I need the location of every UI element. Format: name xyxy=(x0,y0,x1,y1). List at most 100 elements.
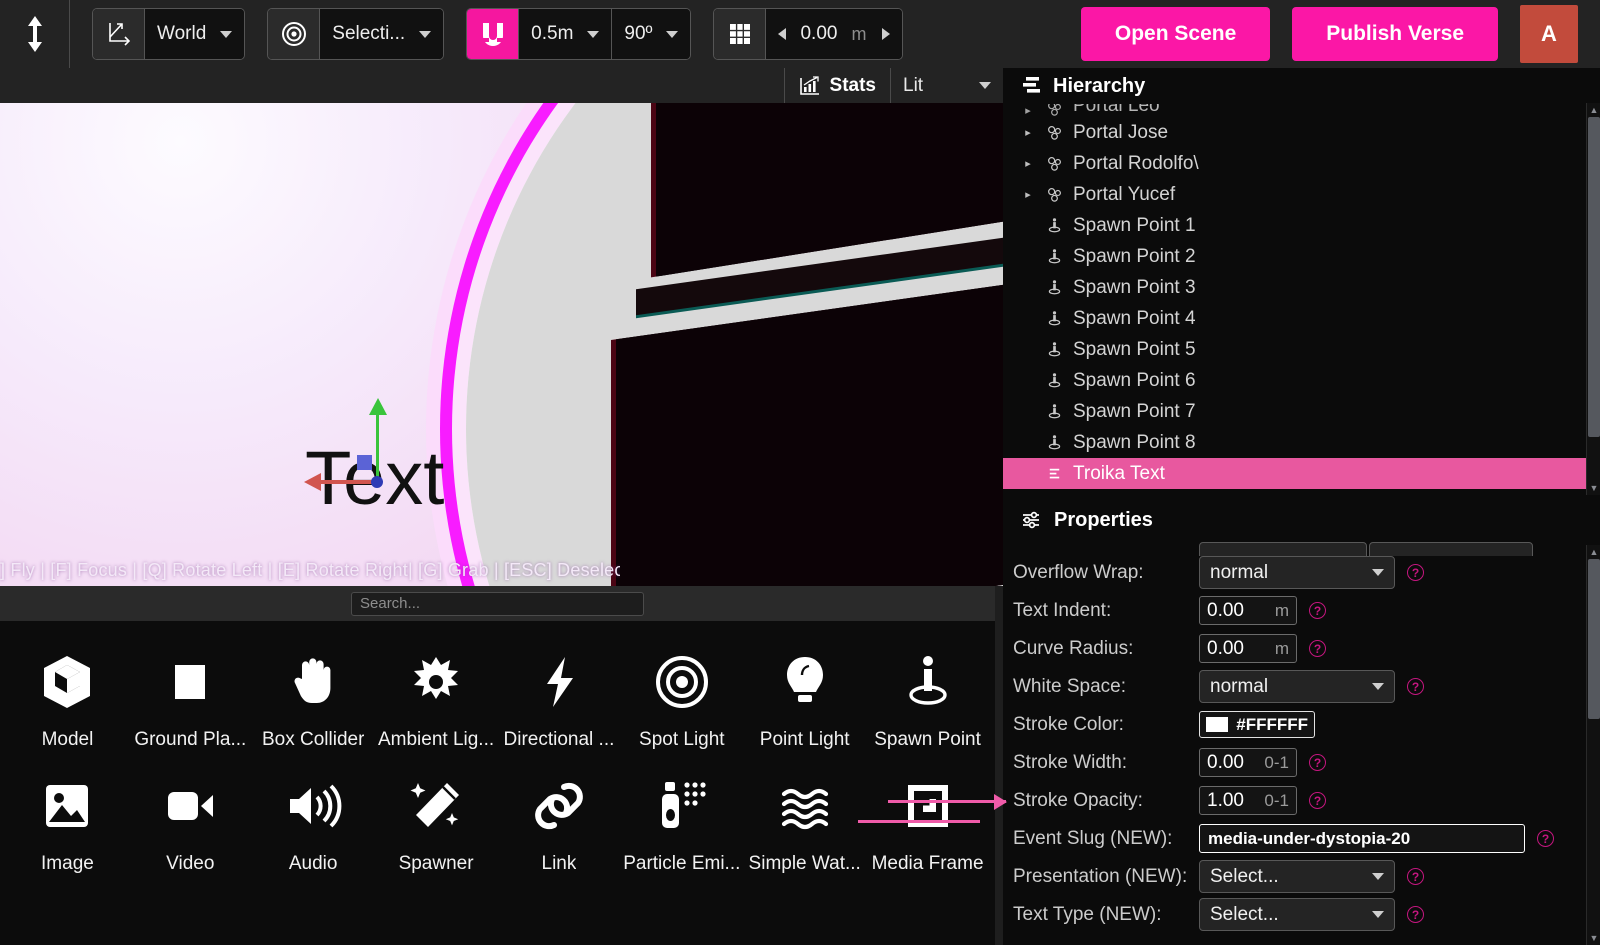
coordinate-space-group[interactable]: World xyxy=(92,8,246,60)
chevron-right-icon[interactable]: ▸ xyxy=(1021,104,1035,117)
transform-tool-button[interactable] xyxy=(0,0,70,68)
hierarchy-list[interactable]: ▸ Portal Leo ▸ Portal Jose ▸ Portal Rodo… xyxy=(1003,104,1600,498)
asset-item-video[interactable]: Video xyxy=(129,761,252,875)
asset-item-box-collider[interactable]: Box Collider xyxy=(252,637,375,751)
publish-verse-button[interactable]: Publish Verse xyxy=(1292,7,1498,61)
chevron-down-icon[interactable] xyxy=(1372,683,1384,690)
question-mark-icon[interactable]: ? xyxy=(1309,640,1326,657)
hierarchy-row-spawn-point-7[interactable]: ▸ Spawn Point 7 xyxy=(1003,396,1600,427)
open-scene-button[interactable]: Open Scene xyxy=(1080,7,1271,61)
text-type-select[interactable]: Select... xyxy=(1199,898,1395,931)
chevron-right-icon[interactable]: ▸ xyxy=(1021,126,1035,139)
pivot-mode-field[interactable]: Selecti... xyxy=(320,9,444,59)
gizmo-center-handle[interactable] xyxy=(371,476,383,488)
asset-item-directional-light[interactable]: Directional ... xyxy=(498,637,621,751)
chevron-right-icon[interactable]: ▸ xyxy=(1021,188,1035,201)
bulb-icon xyxy=(774,651,836,713)
asset-item-point-light[interactable]: Point Light xyxy=(743,637,866,751)
stroke-width-input[interactable]: 0.00 0-1 xyxy=(1199,748,1297,777)
asset-item-spawner[interactable]: Spawner xyxy=(375,761,498,875)
question-mark-icon[interactable]: ? xyxy=(1309,792,1326,809)
chevron-down-icon[interactable] xyxy=(979,82,991,89)
hierarchy-scrollbar-thumb[interactable] xyxy=(1588,117,1600,437)
snap-group[interactable]: 0.5m 90º xyxy=(466,8,692,60)
grid-group[interactable]: 0.00 m xyxy=(713,8,904,60)
question-mark-icon[interactable]: ? xyxy=(1407,906,1424,923)
hierarchy-row-portal-yucef[interactable]: ▸ Portal Yucef xyxy=(1003,179,1600,210)
chevron-right-icon[interactable]: ▸ xyxy=(1021,157,1035,170)
gizmo-x-axis[interactable] xyxy=(304,473,378,491)
question-mark-icon[interactable]: ? xyxy=(1407,868,1424,885)
overflow-wrap-select[interactable]: normal xyxy=(1199,556,1395,589)
asset-item-particle-emitter[interactable]: Particle Emi... xyxy=(620,761,743,875)
hierarchy-row-spawn-point-4[interactable]: ▸ Spawn Point 4 xyxy=(1003,303,1600,334)
question-mark-icon[interactable]: ? xyxy=(1309,754,1326,771)
snap-angle-field[interactable]: 90º xyxy=(611,9,691,59)
properties-scrollbar[interactable]: ▲ ▼ xyxy=(1586,545,1600,945)
chevron-down-icon[interactable] xyxy=(666,30,679,38)
hierarchy-row-portal-jose[interactable]: ▸ Portal Jose xyxy=(1003,117,1600,148)
stroke-opacity-input[interactable]: 1.00 0-1 xyxy=(1199,786,1297,815)
text-indent-input[interactable]: 0.00 m xyxy=(1199,596,1297,625)
chevron-down-icon[interactable] xyxy=(220,30,233,38)
grid-height-field[interactable]: 0.00 m xyxy=(766,9,903,59)
pivot-mode-group[interactable]: Selecti... xyxy=(267,8,445,60)
asset-item-spot-light[interactable]: Spot Light xyxy=(620,637,743,751)
asset-item-simple-water[interactable]: Simple Wat... xyxy=(743,761,866,875)
asset-item-link[interactable]: Link xyxy=(498,761,621,875)
hierarchy-row-spawn-point-1[interactable]: ▸ Spawn Point 1 xyxy=(1003,210,1600,241)
grid-icon[interactable] xyxy=(714,9,767,59)
clipped-field-right[interactable] xyxy=(1369,542,1533,556)
asset-item-model[interactable]: Model xyxy=(6,637,129,751)
question-mark-icon[interactable]: ? xyxy=(1309,602,1326,619)
coordinate-space-field[interactable]: World xyxy=(145,9,245,59)
event-slug-input[interactable] xyxy=(1199,824,1525,853)
hierarchy-row-spawn-point-6[interactable]: ▸ Spawn Point 6 xyxy=(1003,365,1600,396)
hierarchy-row-spawn-point-3[interactable]: ▸ Spawn Point 3 xyxy=(1003,272,1600,303)
asset-item-spawn-point[interactable]: Spawn Point xyxy=(866,637,989,751)
asset-item-media-frame[interactable]: Media Frame xyxy=(866,761,989,875)
hierarchy-row-portal-rodolfo[interactable]: ▸ Portal Rodolfo\ xyxy=(1003,148,1600,179)
chevron-down-icon[interactable] xyxy=(419,30,432,38)
hierarchy-row-spawn-point-5[interactable]: ▸ Spawn Point 5 xyxy=(1003,334,1600,365)
increment-arrow-icon[interactable] xyxy=(882,28,891,40)
decrement-arrow-icon[interactable] xyxy=(778,28,787,40)
question-mark-icon[interactable]: ? xyxy=(1407,564,1424,581)
curve-radius-input[interactable]: 0.00 m xyxy=(1199,634,1297,663)
hierarchy-row-portal-leo[interactable]: ▸ Portal Leo xyxy=(1003,104,1600,117)
asset-item-image[interactable]: Image xyxy=(6,761,129,875)
portal-icon xyxy=(1043,104,1065,117)
scroll-down-arrow-icon[interactable]: ▼ xyxy=(1589,483,1599,493)
asset-item-audio[interactable]: Audio xyxy=(252,761,375,875)
avatar[interactable]: A xyxy=(1520,5,1578,63)
question-mark-icon[interactable]: ? xyxy=(1537,830,1554,847)
hierarchy-row-troika-text[interactable]: ▸ Troika Text xyxy=(1003,458,1600,489)
scroll-down-arrow-icon[interactable]: ▼ xyxy=(1589,933,1599,943)
gizmo-plane-handle[interactable] xyxy=(357,455,372,470)
scene-viewport[interactable]: Text ] Fly | [F] Focus | [Q] Rotate Left… xyxy=(0,103,1003,586)
stroke-color-picker[interactable]: #FFFFFF xyxy=(1199,711,1315,738)
asset-item-ground-plane[interactable]: Ground Pla... xyxy=(129,637,252,751)
search-input[interactable] xyxy=(351,591,644,616)
gizmo-y-axis[interactable] xyxy=(369,398,387,481)
snap-distance-field[interactable]: 0.5m xyxy=(519,9,612,59)
hierarchy-scrollbar[interactable]: ▲ ▼ xyxy=(1586,103,1600,495)
white-space-select[interactable]: normal xyxy=(1199,670,1395,703)
chevron-down-icon[interactable] xyxy=(587,30,600,38)
chevron-down-icon[interactable] xyxy=(1372,873,1384,880)
chevron-down-icon[interactable] xyxy=(1372,569,1384,576)
hierarchy-row-spawn-point-8[interactable]: ▸ Spawn Point 8 xyxy=(1003,427,1600,458)
chevron-down-icon[interactable] xyxy=(1372,911,1384,918)
question-mark-icon[interactable]: ? xyxy=(1407,678,1424,695)
presentation-select[interactable]: Select... xyxy=(1199,860,1395,893)
scroll-up-arrow-icon[interactable]: ▲ xyxy=(1589,105,1599,115)
asset-item-ambient-light[interactable]: Ambient Lig... xyxy=(375,637,498,751)
properties-scrollbar-thumb[interactable] xyxy=(1588,559,1600,719)
render-mode-select[interactable]: Lit xyxy=(890,68,1003,103)
hierarchy-row-spawn-point-2[interactable]: ▸ Spawn Point 2 xyxy=(1003,241,1600,272)
stats-button[interactable]: Stats xyxy=(783,68,890,103)
clipped-field-left[interactable] xyxy=(1199,542,1367,556)
magnet-icon[interactable] xyxy=(467,9,520,59)
properties-clipped-row[interactable] xyxy=(1199,542,1600,556)
scroll-up-arrow-icon[interactable]: ▲ xyxy=(1589,547,1599,557)
